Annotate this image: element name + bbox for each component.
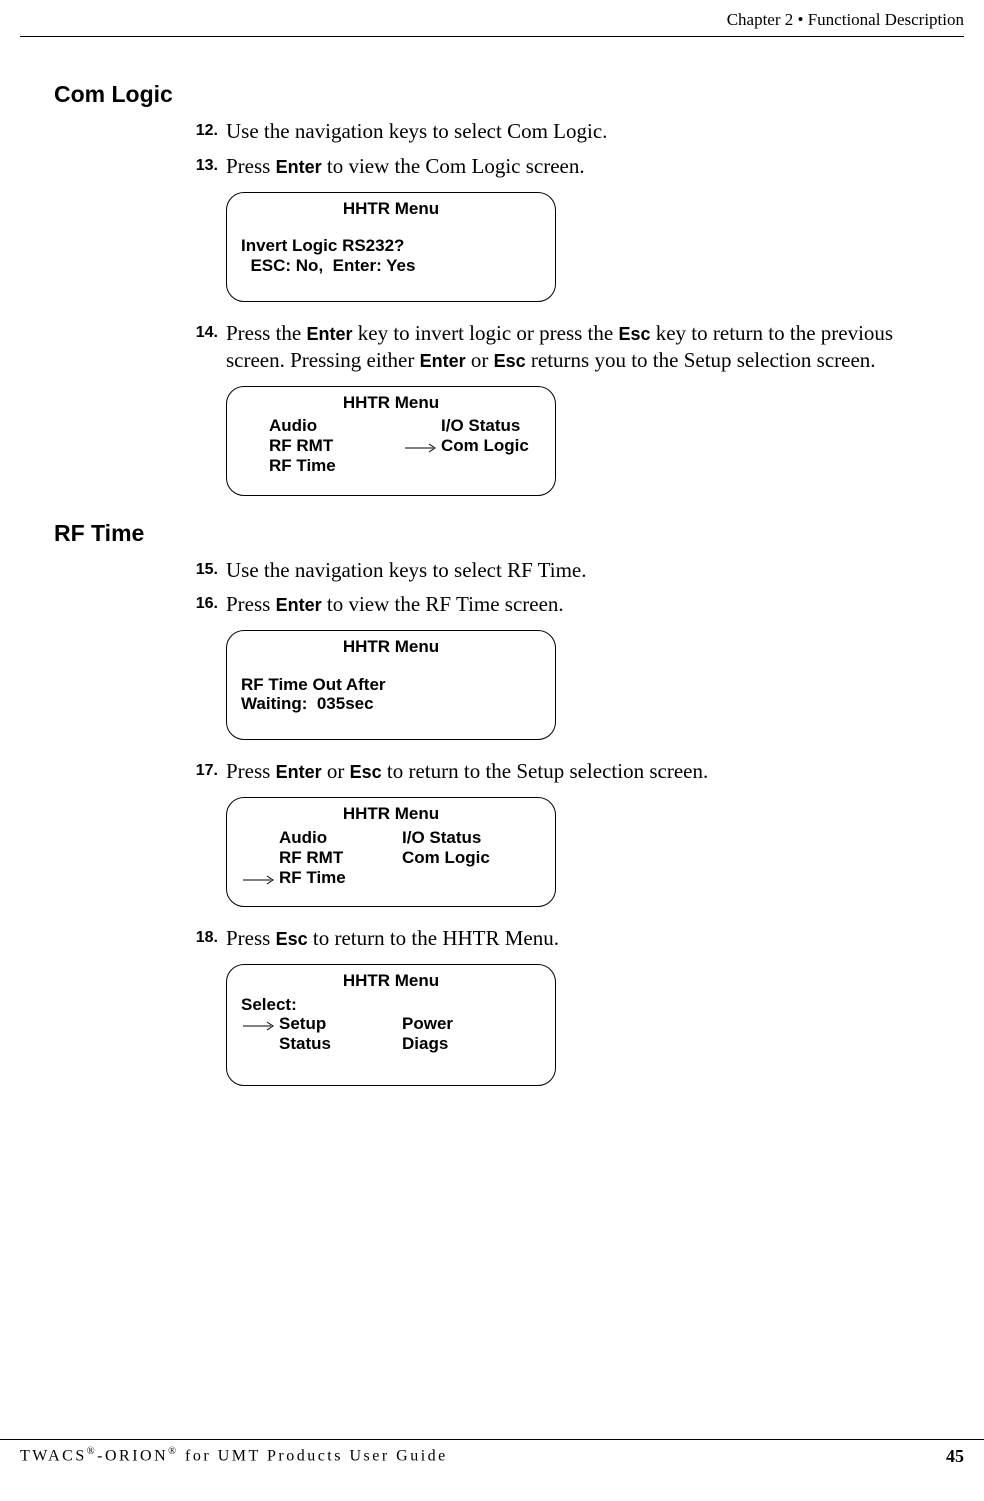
- step-text: Press Esc to return to the HHTR Menu.: [226, 925, 924, 952]
- page-footer: TWACS®-ORION® for UMT Products User Guid…: [0, 1439, 984, 1467]
- step-number: 13.: [178, 153, 226, 180]
- lcd-line: RF Time Out After: [241, 675, 541, 695]
- page: Chapter 2 • Functional Description Com L…: [0, 0, 984, 1501]
- key-label: Enter: [276, 762, 322, 782]
- lcd-item: I/O Status: [402, 828, 481, 848]
- step-number: 12.: [178, 118, 226, 145]
- lcd-screen-setup-menu-comlogic: HHTR Menu Audio RF RMT RF Time I/O Statu…: [226, 386, 556, 496]
- key-label: Esc: [618, 324, 650, 344]
- footer-page-number: 45: [946, 1446, 964, 1467]
- lcd-col-left: Audio RF RMT RF Time: [269, 416, 405, 476]
- lcd-columns: Audio RF RMT RF Time I/O Status Com Logi…: [241, 828, 541, 888]
- lcd-title: HHTR Menu: [241, 971, 541, 991]
- lcd-item: Com Logic: [402, 848, 490, 868]
- lcd-col-right: I/O Status Com Logic: [382, 828, 541, 888]
- text: Press: [226, 759, 276, 783]
- heading-com-logic: Com Logic: [54, 81, 964, 108]
- lcd-item: Audio: [269, 416, 317, 436]
- step-12: 12. Use the navigation keys to select Co…: [178, 118, 924, 145]
- lcd-line: ESC: No, Enter: Yes: [241, 256, 541, 276]
- key-label: Enter: [276, 595, 322, 615]
- lcd-item: RF RMT: [279, 848, 343, 868]
- lcd-item: RF Time: [269, 456, 336, 476]
- step-16: 16. Press Enter to view the RF Time scre…: [178, 591, 924, 618]
- lcd-col-left: Setup Status: [243, 1014, 382, 1054]
- lcd-item: Com Logic: [441, 436, 529, 456]
- arrow-icon: [243, 875, 277, 883]
- lcd-col-right: I/O Status Com Logic: [405, 416, 541, 476]
- step-number: 15.: [178, 557, 226, 584]
- text: or: [322, 759, 350, 783]
- text: to view the Com Logic screen.: [322, 154, 585, 178]
- lcd-title: HHTR Menu: [241, 199, 541, 219]
- text: Press: [226, 592, 276, 616]
- page-header: Chapter 2 • Functional Description: [20, 10, 964, 37]
- lcd-screen-hhtr-menu: HHTR Menu Select: Setup Status Power Dia…: [226, 964, 556, 1086]
- step-text: Press Enter or Esc to return to the Setu…: [226, 758, 924, 785]
- lcd-item: Status: [279, 1034, 331, 1054]
- step-17: 17. Press Enter or Esc to return to the …: [178, 758, 924, 785]
- lcd-screen-invert-logic: HHTR Menu Invert Logic RS232? ESC: No, E…: [226, 192, 556, 302]
- key-label: Esc: [276, 929, 308, 949]
- key-label: Esc: [494, 351, 526, 371]
- text: returns you to the Setup selection scree…: [526, 348, 876, 372]
- lcd-col-right: Power Diags: [382, 1014, 541, 1054]
- step-text: Press Enter to view the Com Logic screen…: [226, 153, 924, 180]
- lcd-line: Select:: [241, 995, 541, 1015]
- step-number: 17.: [178, 758, 226, 785]
- lcd-item: Setup: [279, 1014, 326, 1034]
- key-label: Enter: [420, 351, 466, 371]
- lcd-title: HHTR Menu: [241, 637, 541, 657]
- text: Press the: [226, 321, 307, 345]
- key-label: Enter: [276, 157, 322, 177]
- step-18: 18. Press Esc to return to the HHTR Menu…: [178, 925, 924, 952]
- arrow-icon: [243, 1021, 277, 1029]
- key-label: Enter: [307, 324, 353, 344]
- step-number: 14.: [178, 320, 226, 374]
- text: to return to the HHTR Menu.: [308, 926, 559, 950]
- footer-title: TWACS®-ORION® for UMT Products User Guid…: [20, 1446, 448, 1467]
- lcd-line: Waiting: 035sec: [241, 694, 541, 714]
- text: Press: [226, 154, 276, 178]
- section-com-logic-body: 12. Use the navigation keys to select Co…: [178, 118, 924, 496]
- lcd-col-left: Audio RF RMT RF Time: [243, 828, 382, 888]
- lcd-item: RF Time: [279, 868, 346, 888]
- text: to return to the Setup selection screen.: [382, 759, 709, 783]
- lcd-columns: Setup Status Power Diags: [241, 1014, 541, 1054]
- lcd-line: Invert Logic RS232?: [241, 236, 541, 256]
- lcd-item: Power: [402, 1014, 453, 1034]
- step-13: 13. Press Enter to view the Com Logic sc…: [178, 153, 924, 180]
- lcd-title: HHTR Menu: [241, 804, 541, 824]
- lcd-item: Audio: [279, 828, 327, 848]
- lcd-screen-rf-time: HHTR Menu RF Time Out After Waiting: 035…: [226, 630, 556, 740]
- step-number: 18.: [178, 925, 226, 952]
- step-text: Press Enter to view the RF Time screen.: [226, 591, 924, 618]
- step-15: 15. Use the navigation keys to select RF…: [178, 557, 924, 584]
- lcd-screen-setup-menu-rftime: HHTR Menu Audio RF RMT RF Time I/O Statu…: [226, 797, 556, 907]
- text: Press: [226, 926, 276, 950]
- lcd-item: I/O Status: [441, 416, 520, 436]
- arrow-icon: [405, 443, 439, 451]
- lcd-item: RF RMT: [269, 436, 333, 456]
- step-text: Use the navigation keys to select RF Tim…: [226, 557, 924, 584]
- text: or: [466, 348, 494, 372]
- lcd-columns: Audio RF RMT RF Time I/O Status Com Logi…: [241, 416, 541, 476]
- lcd-title: HHTR Menu: [241, 393, 541, 413]
- step-number: 16.: [178, 591, 226, 618]
- step-14: 14. Press the Enter key to invert logic …: [178, 320, 924, 374]
- key-label: Esc: [350, 762, 382, 782]
- heading-rf-time: RF Time: [54, 520, 964, 547]
- section-rf-time-body: 15. Use the navigation keys to select RF…: [178, 557, 924, 1087]
- lcd-item: Diags: [402, 1034, 448, 1054]
- step-text: Use the navigation keys to select Com Lo…: [226, 118, 924, 145]
- text: key to invert logic or press the: [353, 321, 619, 345]
- text: to view the RF Time screen.: [322, 592, 564, 616]
- step-text: Press the Enter key to invert logic or p…: [226, 320, 924, 374]
